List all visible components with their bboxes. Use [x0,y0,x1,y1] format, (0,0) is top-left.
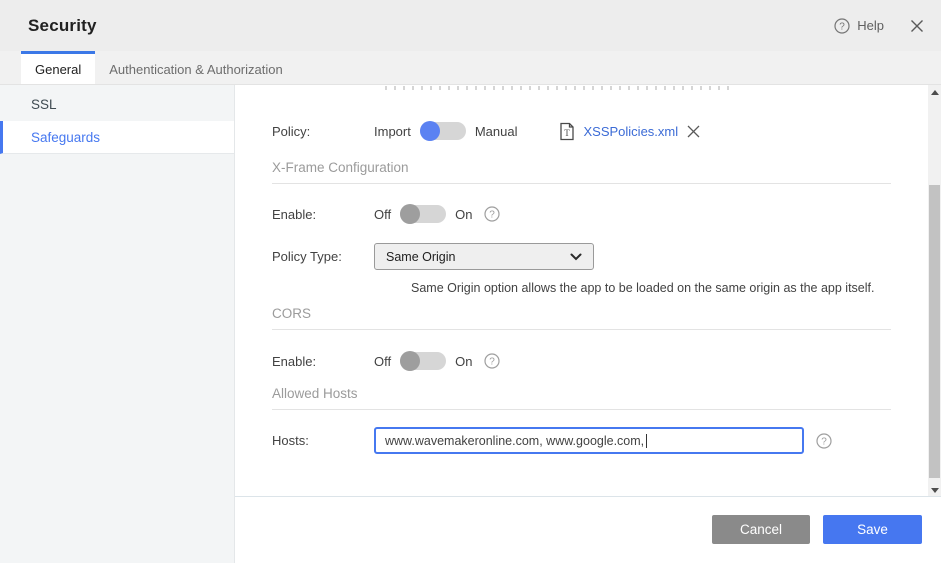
xframe-section-title: X-Frame Configuration [272,160,409,175]
toggle-knob [400,351,421,371]
xframe-enable-label: Enable: [272,206,317,222]
sidebar-item-safeguards[interactable]: Safeguards [0,121,234,154]
scroll-up-arrow[interactable] [928,86,941,98]
toggle-knob [400,204,421,224]
hosts-help-icon[interactable]: ? [816,432,832,449]
policy-type-helper-text: Same Origin option allows the app to be … [411,281,875,295]
policy-label: Policy: [272,123,311,139]
security-dialog: Security ? Help General Authentication &… [0,0,941,563]
svg-text:?: ? [821,436,827,447]
cancel-button[interactable]: Cancel [712,515,810,544]
xss-policies-file-link[interactable]: XSSPolicies.xml [583,124,678,139]
hosts-label: Hosts: [272,433,309,448]
footer-divider [235,496,941,497]
xml-file-icon: T [559,122,575,141]
policy-row: Policy: Import Manual T XSSPolicies.xml [272,117,928,145]
help-label: Help [857,18,884,33]
policy-option-manual-label: Manual [474,123,518,139]
sidebar-item-ssl[interactable]: SSL [0,88,234,121]
help-icon: ? [834,17,850,34]
remove-file-icon[interactable] [686,124,701,139]
toggle-on-label: On [455,206,473,222]
page-title: Security [28,15,97,35]
policy-type-value: Same Origin [386,249,456,264]
content-scroll-area: Policy: Import Manual T XSSPolicies.xml [235,85,928,497]
policy-option-import-label: Import [374,123,411,139]
cors-enable-row: Enable: Off On ? [272,350,928,372]
hosts-input[interactable]: www.wavemakeronline.com, www.google.com, [374,427,804,454]
section-divider [272,409,891,410]
main-panel: Policy: Import Manual T XSSPolicies.xml [235,85,941,563]
imported-file-chip: T XSSPolicies.xml [559,122,701,141]
cors-enable-toggle[interactable] [400,351,447,371]
vertical-scrollbar[interactable] [928,85,941,497]
clipped-scrolled-content [385,86,735,90]
tab-authentication-authorization[interactable]: Authentication & Authorization [95,51,296,84]
dialog-header: Security ? Help [0,0,941,51]
toggle-off-label: Off [374,353,392,369]
svg-text:?: ? [839,21,845,32]
toggle-off-label: Off [374,206,392,222]
hosts-row: Hosts: www.wavemakeronline.com, www.goog… [272,427,928,454]
scroll-down-arrow[interactable] [928,484,941,496]
section-divider [272,183,891,184]
text-caret [646,433,648,448]
chevron-down-icon [570,253,582,261]
header-actions: ? Help [834,17,924,34]
sidebar: SSL Safeguards [0,85,235,563]
toggle-on-label: On [455,353,473,369]
toggle-knob [419,121,440,141]
tab-general[interactable]: General [21,51,96,84]
xframe-help-icon[interactable]: ? [484,206,501,222]
help-button[interactable]: ? Help [834,17,884,34]
footer-actions: Cancel Save [712,515,922,544]
hosts-input-value: www.wavemakeronline.com, www.google.com, [385,433,645,448]
allowed-hosts-section-title: Allowed Hosts [272,386,358,401]
save-button[interactable]: Save [823,515,922,544]
svg-text:T: T [565,128,571,138]
cors-help-icon[interactable]: ? [484,353,501,369]
policy-import-manual-toggle[interactable] [419,121,466,141]
policy-type-select[interactable]: Same Origin [374,243,594,270]
policy-type-row: Policy Type: Same Origin [272,243,928,270]
cors-enable-label: Enable: [272,353,317,369]
xframe-enable-row: Enable: Off On ? [272,203,928,225]
section-divider [272,329,891,330]
svg-text:?: ? [490,210,496,221]
tab-bar: General Authentication & Authorization [0,51,941,85]
scrollbar-thumb[interactable] [929,185,940,478]
svg-text:?: ? [490,357,496,368]
dialog-body: SSL Safeguards Policy: Import Manual T X… [0,85,941,563]
policy-type-label: Policy Type: [272,249,342,264]
xframe-enable-toggle[interactable] [400,204,447,224]
cors-section-title: CORS [272,306,312,321]
close-icon[interactable] [910,19,924,33]
